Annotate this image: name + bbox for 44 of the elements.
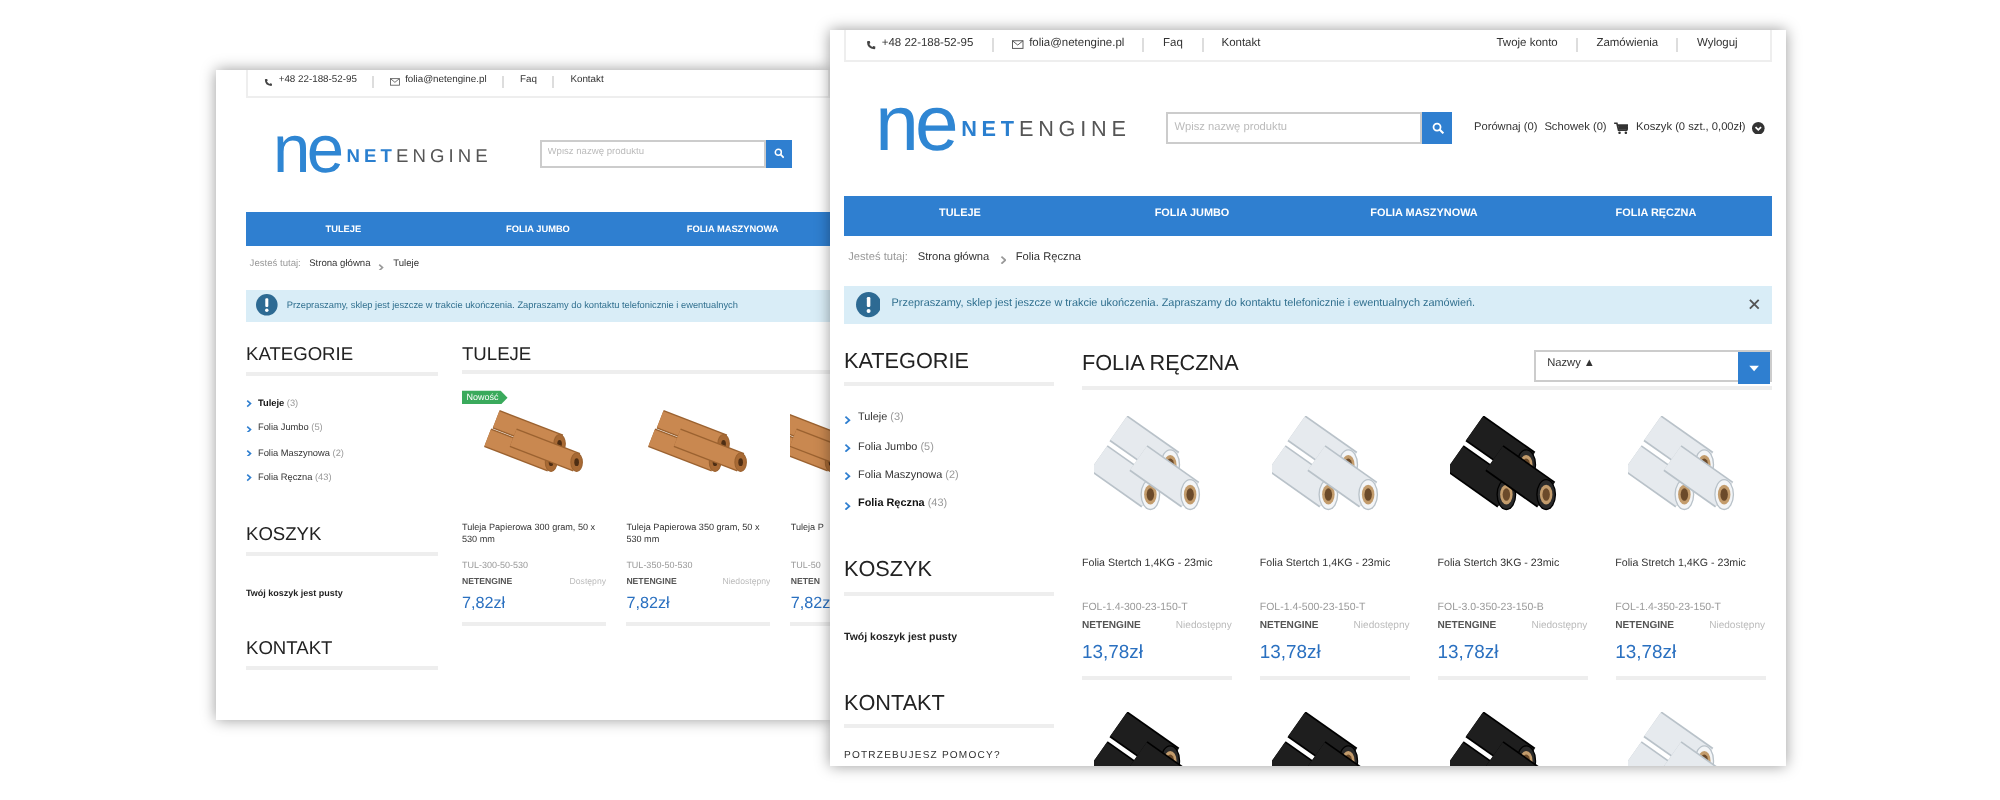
info-icon (255, 294, 278, 317)
close-icon (1748, 298, 1761, 312)
product-price: 13,78zł (1082, 641, 1145, 666)
search-icon (1431, 121, 1444, 135)
product-price: 13,78zł (1259, 641, 1323, 666)
envelope-icon (390, 78, 401, 87)
product-price: 7,82z (790, 594, 830, 615)
cart-icon (1613, 121, 1629, 135)
chevron-icon (246, 474, 252, 482)
product-price: 13,78zł (1615, 641, 1679, 666)
info-icon (855, 292, 881, 318)
chevron-icon (844, 443, 851, 453)
chevron-down-icon (1752, 121, 1765, 135)
chevron-icon (378, 263, 385, 271)
product-price: 7,82zł (462, 594, 508, 615)
section-heading: KONTAKT (246, 638, 438, 671)
page-title: TULEJE (462, 343, 532, 366)
search-button[interactable] (1421, 112, 1453, 144)
phone-icon (865, 39, 877, 51)
logo-wordmark[interactable]: NETENGINE (346, 145, 492, 169)
search-icon (773, 148, 784, 160)
search-button[interactable] (765, 140, 792, 168)
chevron-icon (246, 449, 252, 457)
envelope-icon (1011, 40, 1024, 50)
chevron-icon (844, 501, 851, 510)
logo-mark[interactable]: ne (272, 123, 341, 181)
section-heading: KOSZYK (246, 523, 438, 557)
product-price: 7,82zł (626, 594, 672, 615)
chevron-icon (844, 472, 851, 481)
chevron-icon (246, 425, 252, 433)
chevron-icon (844, 415, 851, 424)
page-title: FOLIA RĘCZNA (1082, 352, 1239, 379)
logo-mark[interactable]: ne (875, 91, 955, 159)
section-heading: KOSZYK (844, 558, 1054, 597)
logo-wordmark[interactable]: NETENGINE (961, 118, 1131, 146)
chevron-icon (246, 400, 252, 408)
product-price: 13,78zł (1437, 641, 1501, 666)
close-button[interactable] (1748, 298, 1761, 312)
chevron-icon (999, 255, 1006, 264)
section-heading: KATEGORIE (844, 349, 1054, 387)
phone-icon (264, 78, 274, 88)
dropdown-toggle-icon (1737, 351, 1770, 384)
section-heading: KONTAKT (844, 691, 1054, 729)
section-heading: KATEGORIE (246, 343, 438, 377)
